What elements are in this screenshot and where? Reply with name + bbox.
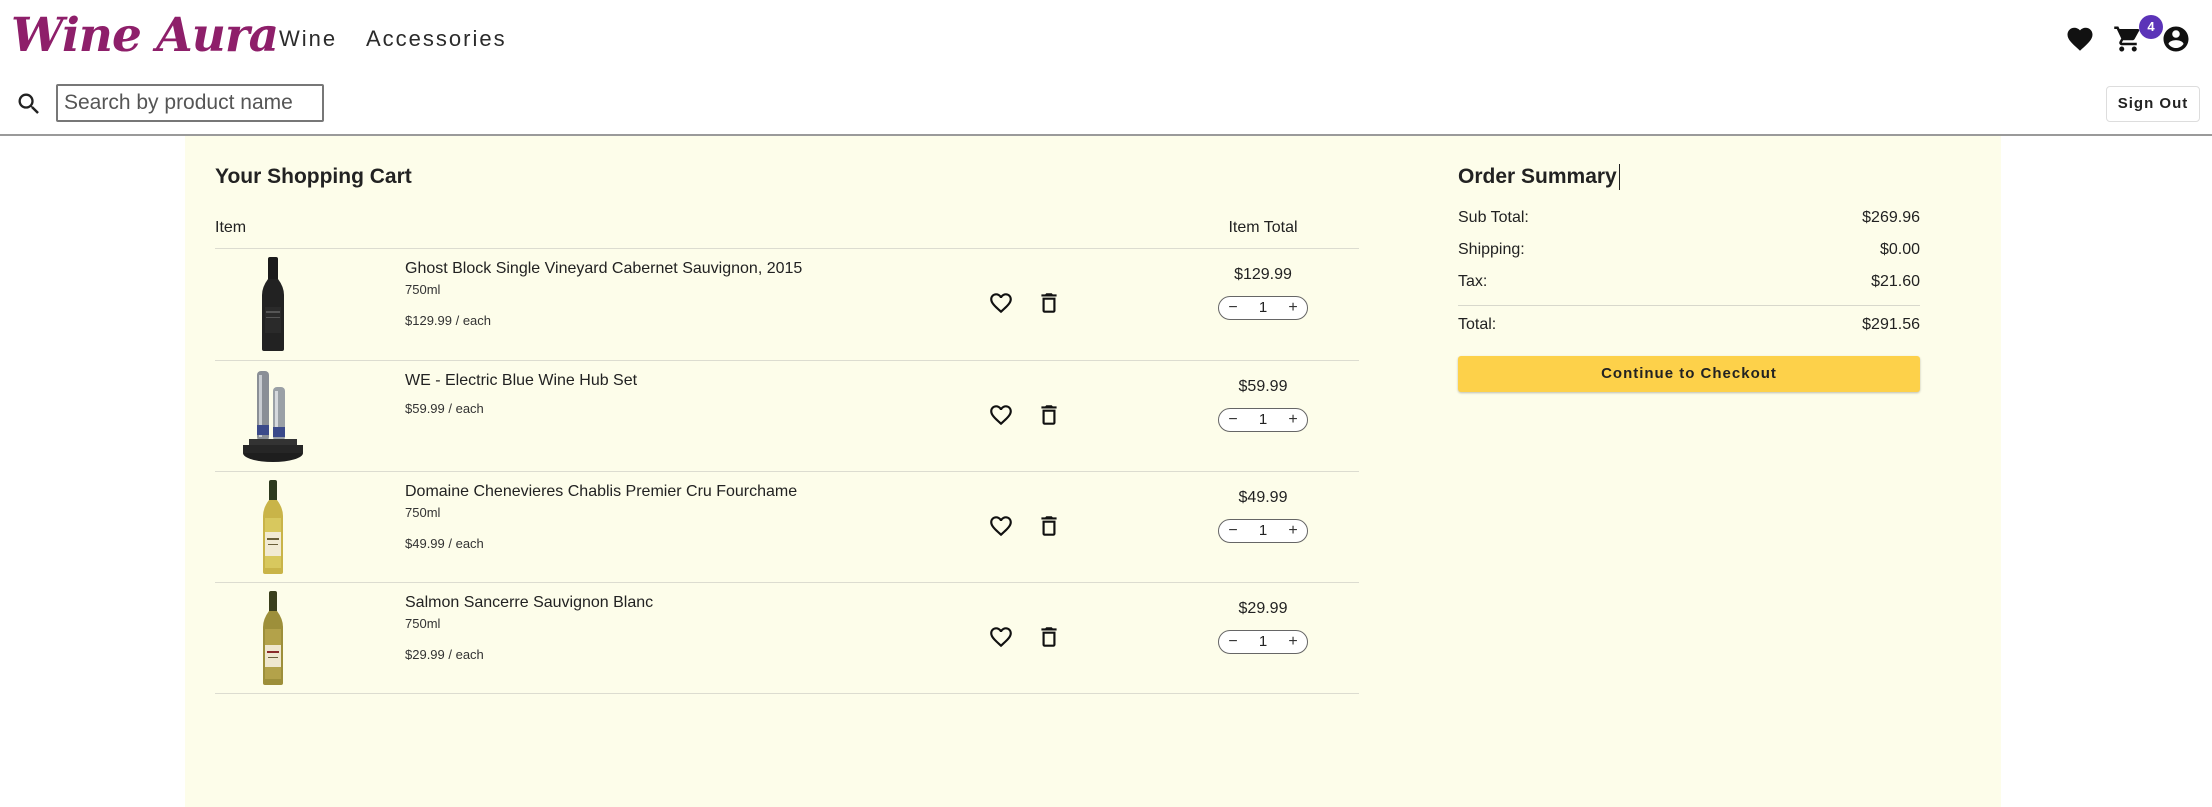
decrease-quantity-button[interactable]: −	[1222, 631, 1244, 653]
quantity-stepper: − +	[1218, 630, 1308, 654]
subtotal-row: Sub Total: $269.96	[1458, 208, 1920, 228]
cart-row: Salmon Sancerre Sauvignon Blanc 750ml $2…	[215, 583, 1359, 693]
product-unit-price: $49.99 / each	[405, 536, 484, 551]
delete-icon[interactable]	[1036, 624, 1062, 650]
subtotal-value: $269.96	[1862, 209, 1920, 226]
product-unit-price: $129.99 / each	[405, 313, 492, 328]
decrease-quantity-button[interactable]: −	[1222, 520, 1244, 542]
column-header-item-total: Item Total	[1228, 219, 1298, 236]
summary-divider	[1458, 305, 1920, 306]
item-total: $29.99	[1238, 600, 1288, 617]
cart-row: Domaine Chenevieres Chablis Premier Cru …	[215, 472, 1359, 582]
red-wine-bottle-image[interactable]	[235, 255, 311, 353]
quantity-input[interactable]	[1247, 631, 1279, 653]
increase-quantity-button[interactable]: +	[1282, 409, 1304, 431]
product-size: 750ml	[405, 505, 441, 520]
shipping-label: Shipping:	[1458, 241, 1525, 258]
quantity-stepper: − +	[1218, 519, 1308, 543]
cart-row: WE - Electric Blue Wine Hub Set $59.99 /…	[215, 361, 1359, 471]
tax-row: Tax: $21.60	[1458, 272, 1920, 292]
increase-quantity-button[interactable]: +	[1282, 520, 1304, 542]
nav-wine-link[interactable]: Wine	[279, 22, 337, 56]
quantity-stepper: − +	[1218, 296, 1308, 320]
product-unit-price: $59.99 / each	[405, 401, 484, 416]
search-input[interactable]	[56, 84, 324, 122]
product-size: 750ml	[405, 282, 441, 297]
delete-icon[interactable]	[1036, 513, 1062, 539]
quantity-input[interactable]	[1247, 409, 1279, 431]
item-total: $129.99	[1234, 266, 1292, 283]
cart-title: Your Shopping Cart	[215, 165, 412, 188]
favorite-border-icon[interactable]	[988, 624, 1014, 650]
account-circle-icon[interactable]	[2161, 24, 2191, 54]
divider	[215, 693, 1359, 694]
search-icon[interactable]	[15, 90, 43, 118]
electric-wine-opener-set-image[interactable]	[235, 367, 311, 465]
tax-value: $21.60	[1871, 273, 1920, 290]
total-label: Total:	[1458, 316, 1497, 333]
heart-icon[interactable]	[2065, 24, 2095, 54]
shipping-value: $0.00	[1879, 241, 1920, 258]
shipping-row: Shipping: $0.00	[1458, 240, 1920, 260]
tax-label: Tax:	[1458, 273, 1488, 290]
cart-count-badge: 4	[2139, 15, 2163, 39]
product-name[interactable]: WE - Electric Blue Wine Hub Set	[405, 371, 637, 391]
order-summary-title: Order Summary	[1458, 164, 1620, 190]
decrease-quantity-button[interactable]: −	[1222, 409, 1244, 431]
search-bar: Sign Out	[0, 78, 2212, 136]
quantity-input[interactable]	[1247, 520, 1279, 542]
sign-out-button[interactable]: Sign Out	[2106, 86, 2200, 122]
quantity-input[interactable]	[1247, 297, 1279, 319]
increase-quantity-button[interactable]: +	[1282, 297, 1304, 319]
white-wine-bottle-label-image[interactable]	[235, 589, 311, 687]
cart-row: Ghost Block Single Vineyard Cabernet Sau…	[215, 249, 1359, 359]
increase-quantity-button[interactable]: +	[1282, 631, 1304, 653]
total-value: $291.56	[1862, 316, 1920, 333]
product-size: 750ml	[405, 616, 441, 631]
top-bar: Wine Aura Wine Accessories 4	[0, 0, 2212, 78]
total-row: Total: $291.56	[1458, 315, 1920, 335]
product-name[interactable]: Domaine Chenevieres Chablis Premier Cru …	[405, 482, 797, 502]
item-total: $49.99	[1238, 489, 1288, 506]
product-name[interactable]: Ghost Block Single Vineyard Cabernet Sau…	[405, 259, 802, 279]
subtotal-label: Sub Total:	[1458, 209, 1529, 226]
delete-icon[interactable]	[1036, 290, 1062, 316]
nav-accessories-link[interactable]: Accessories	[366, 22, 507, 56]
product-name[interactable]: Salmon Sancerre Sauvignon Blanc	[405, 593, 653, 613]
quantity-stepper: − +	[1218, 408, 1308, 432]
column-header-item: Item	[215, 219, 247, 236]
favorite-border-icon[interactable]	[988, 290, 1014, 316]
favorite-border-icon[interactable]	[988, 402, 1014, 428]
product-unit-price: $29.99 / each	[405, 647, 484, 662]
continue-to-checkout-button[interactable]: Continue to Checkout	[1458, 356, 1920, 392]
favorite-border-icon[interactable]	[988, 513, 1014, 539]
decrease-quantity-button[interactable]: −	[1222, 297, 1244, 319]
item-total: $59.99	[1238, 378, 1288, 395]
logo[interactable]: Wine Aura	[11, 6, 279, 66]
white-wine-bottle-image[interactable]	[235, 478, 311, 576]
delete-icon[interactable]	[1036, 402, 1062, 428]
